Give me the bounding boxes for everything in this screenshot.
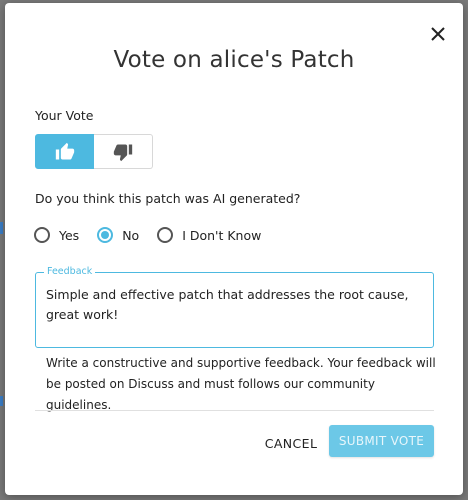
submit-vote-button[interactable]: SUBMIT VOTE [329,425,434,457]
feedback-textarea[interactable]: Simple and effective patch that addresse… [46,285,423,325]
divider [35,410,434,411]
thumbs-down-icon [113,144,133,161]
feedback-field[interactable]: Feedback Simple and effective patch that… [35,266,434,348]
radio-label: I Don't Know [182,227,262,243]
vote-dialog: Vote on alice's Patch Your Vote Do you t… [5,3,463,495]
radio-label: Yes [59,227,80,243]
upvote-button[interactable] [35,134,94,169]
background-link-fragment [0,222,3,234]
feedback-legend: Feedback [44,266,96,277]
vote-toggle-group [35,134,153,169]
radio-option-dont-know[interactable]: I Don't Know [157,227,261,243]
cancel-button[interactable]: CANCEL [257,428,325,458]
radio-button[interactable] [157,227,174,243]
close-button[interactable] [429,25,447,43]
radio-button[interactable] [97,227,114,243]
background-link-fragment [0,396,3,406]
dialog-title: Vote on alice's Patch [113,47,355,73]
radio-label: No [122,227,140,243]
ai-generated-radio-group: Yes No I Don't Know [34,227,279,243]
feedback-helper-text: Write a constructive and supportive feed… [46,356,436,412]
radio-button[interactable] [34,227,50,243]
radio-option-yes[interactable]: Yes [34,227,79,243]
ai-question-label: Do you think this patch was AI generated… [35,191,301,206]
your-vote-label: Your Vote [35,108,94,123]
radio-option-no[interactable]: No [97,227,139,243]
close-icon [431,27,445,41]
thumbs-up-icon [55,142,74,159]
downvote-button[interactable] [94,134,153,169]
